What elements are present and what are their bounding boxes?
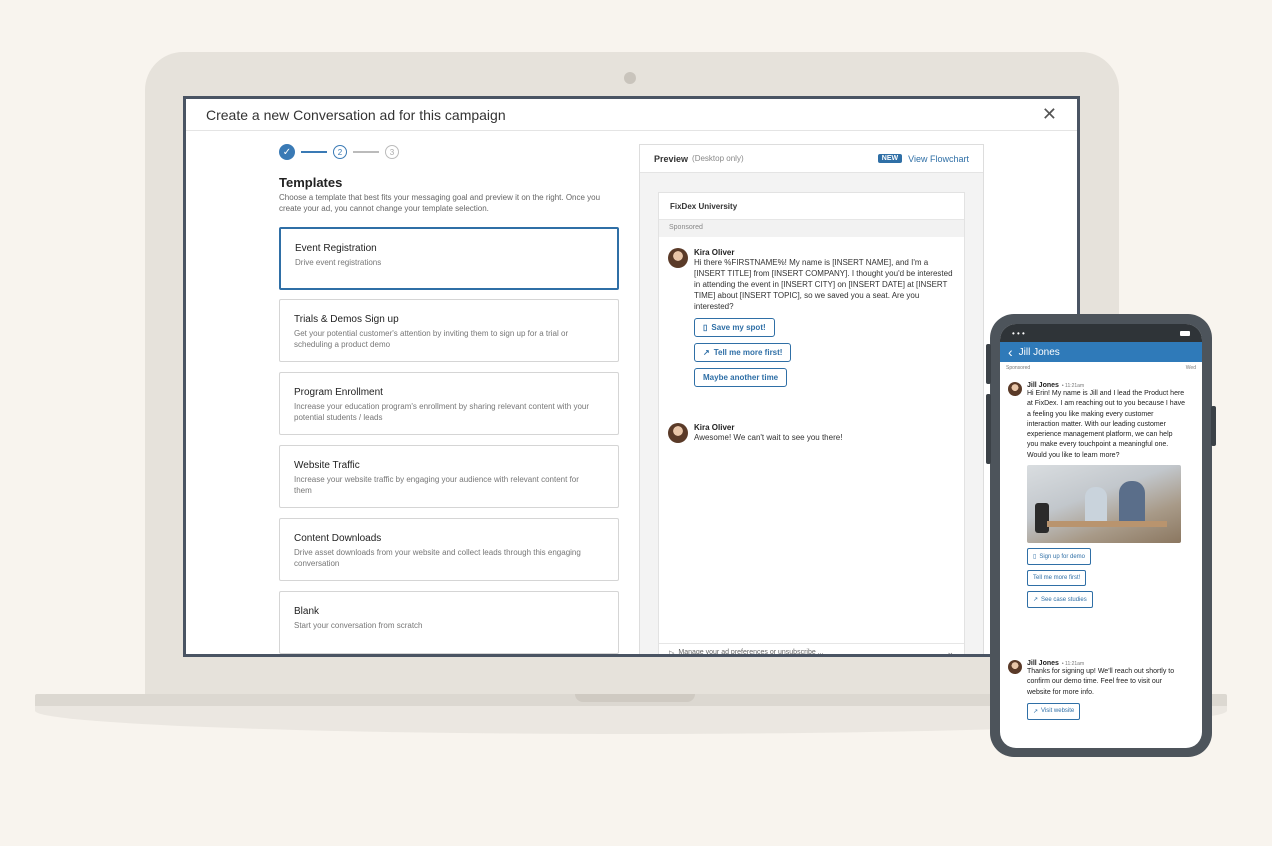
modal-title: Create a new Conversation ad for this ca… <box>206 106 506 123</box>
preview-note: (Desktop only) <box>692 154 744 163</box>
modal-header: Create a new Conversation ad for this ca… <box>186 99 1077 131</box>
template-title: Event Registration <box>295 243 377 254</box>
template-subtitle: Increase your website traffic by engagin… <box>294 475 579 495</box>
template-subtitle: Drive asset downloads from your website … <box>294 548 581 568</box>
template-title: Blank <box>294 606 320 617</box>
sign-up-for-demo-button[interactable]: ▯ Sign up for demo <box>1027 548 1092 566</box>
step-connector <box>301 151 327 153</box>
sender-organization: FixDex University <box>659 193 964 220</box>
template-subtitle: Start your conversation from scratch <box>294 621 423 630</box>
message-item: Jill Jones • 11:21am Thanks for signing u… <box>1008 660 1185 720</box>
day-label: Wed <box>1185 365 1196 371</box>
preview-pane: Preview (Desktop only) NEW View Flowchar… <box>639 144 984 657</box>
preview-header: Preview (Desktop only) NEW View Flowchar… <box>640 145 983 173</box>
message-text: Thanks for signing up! We'll reach out s… <box>1027 668 1175 696</box>
avatar <box>1008 382 1022 396</box>
phone-screen: • • • ‹ Jill Jones Sponsored Wed Jill Jo… <box>1000 324 1202 748</box>
template-title: Content Downloads <box>294 533 382 544</box>
template-subtitle: Get your potential customer's attention … <box>294 329 569 349</box>
avatar <box>668 423 688 443</box>
chevron-down-icon[interactable]: ⌄ <box>946 647 954 654</box>
button-label: Visit website <box>1041 708 1075 715</box>
template-card-content-downloads[interactable]: Content Downloads Drive asset downloads … <box>279 518 619 581</box>
signal-dots: • • • <box>1012 328 1025 338</box>
template-title: Program Enrollment <box>294 387 383 398</box>
button-label: Tell me more first! <box>1033 575 1081 582</box>
sponsored-label: Sponsored <box>659 220 964 237</box>
avatar <box>1008 660 1022 674</box>
sender-name: Jill Jones <box>1027 660 1059 667</box>
message-text: Hi there %FIRSTNAME%! My name is [INSERT… <box>694 258 953 311</box>
step-1-complete-icon[interactable]: ✓ <box>279 144 295 160</box>
template-title: Trials & Demos Sign up <box>294 314 399 325</box>
battery-icon <box>1180 330 1190 336</box>
tell-me-more-button[interactable]: ↗ Tell me more first! <box>694 343 792 362</box>
message-preview: FixDex University Sponsored Kira Oliver … <box>658 192 965 657</box>
external-link-icon: ↗ <box>1033 597 1039 604</box>
back-icon[interactable]: ‹ <box>1008 344 1013 360</box>
message-item: Kira Oliver Awesome! We can't wait to se… <box>668 423 954 443</box>
see-case-studies-button[interactable]: ↗ See case studies <box>1027 591 1093 609</box>
external-link-icon: ↗ <box>703 348 710 357</box>
maybe-another-time-button[interactable]: Maybe another time <box>694 368 788 387</box>
external-link-icon: ↗ <box>1033 708 1039 715</box>
button-label: Save my spot! <box>711 323 766 332</box>
message-item: Jill Jones • 11:21am Hi Erin! My name is … <box>1008 382 1185 609</box>
laptop-screen: Create a new Conversation ad for this ca… <box>183 96 1080 657</box>
message-photo <box>1027 465 1181 544</box>
template-card-website-traffic[interactable]: Website Traffic Increase your website tr… <box>279 445 619 508</box>
calendar-icon: ▯ <box>703 323 708 332</box>
save-my-spot-button[interactable]: ▯ Save my spot! <box>694 318 775 337</box>
template-subtitle: Increase your education program's enroll… <box>294 402 590 422</box>
ad-preferences-link[interactable]: Manage your ad preferences or unsubscrib… <box>678 649 823 654</box>
sponsored-label: Sponsored <box>1006 365 1031 371</box>
template-card-trials-demos[interactable]: Trials & Demos Sign up Get your potentia… <box>279 299 619 362</box>
phone-side-button <box>1211 406 1216 446</box>
templates-description: Choose a template that best fits your me… <box>279 193 601 213</box>
close-icon[interactable]: ✕ <box>1042 104 1057 125</box>
calendar-icon: ▯ <box>1033 554 1037 561</box>
sender-name: Kira Oliver <box>694 423 735 432</box>
template-card-program-enrollment[interactable]: Program Enrollment Increase your educati… <box>279 372 619 435</box>
message-footer: ▷ Manage your ad preferences or unsubscr… <box>659 643 964 657</box>
button-label: Maybe another time <box>703 373 779 382</box>
visit-website-button[interactable]: ↗ Visit website <box>1027 702 1081 720</box>
play-icon: ▷ <box>669 649 675 657</box>
phone-side-button <box>986 394 991 464</box>
message-text: Awesome! We can't wait to see you there! <box>694 433 843 442</box>
step-3[interactable]: 3 <box>385 145 399 159</box>
template-title: Website Traffic <box>294 460 360 471</box>
template-card-blank[interactable]: Blank Start your conversation from scrat… <box>279 591 619 654</box>
camera-dot <box>624 72 636 84</box>
view-flowchart-link[interactable]: View Flowchart <box>908 154 969 164</box>
sender-name: Kira Oliver <box>694 248 735 257</box>
message-item: Kira Oliver Hi there %FIRSTNAME%! My nam… <box>668 248 954 387</box>
status-bar: • • • <box>1000 324 1202 342</box>
contact-name: Jill Jones <box>1018 346 1060 358</box>
step-indicator: ✓ 2 3 <box>279 144 399 160</box>
phone-sponsored-row: Sponsored Wed <box>1000 362 1202 374</box>
tell-me-more-button[interactable]: Tell me more first! <box>1027 570 1087 587</box>
step-connector <box>353 151 379 153</box>
phone-side-button <box>986 344 991 384</box>
templates-heading: Templates <box>279 175 343 190</box>
button-label: See case studies <box>1041 596 1087 603</box>
button-label: Tell me more first! <box>713 348 783 357</box>
new-badge: NEW <box>877 154 903 163</box>
laptop-notch <box>575 694 695 702</box>
template-card-event-registration[interactable]: Event Registration Drive event registrat… <box>279 227 619 290</box>
button-label: Sign up for demo <box>1039 553 1086 560</box>
preview-label: Preview <box>654 153 689 164</box>
phone-device: • • • ‹ Jill Jones Sponsored Wed Jill Jo… <box>986 314 1216 757</box>
template-subtitle: Drive event registrations <box>295 258 382 267</box>
step-2[interactable]: 2 <box>333 145 347 159</box>
chat-nav-bar: ‹ Jill Jones <box>1000 342 1202 362</box>
sender-name: Jill Jones <box>1027 382 1059 389</box>
avatar <box>668 248 688 268</box>
message-text: Hi Erin! My name is Jill and I lead the … <box>1027 390 1185 459</box>
